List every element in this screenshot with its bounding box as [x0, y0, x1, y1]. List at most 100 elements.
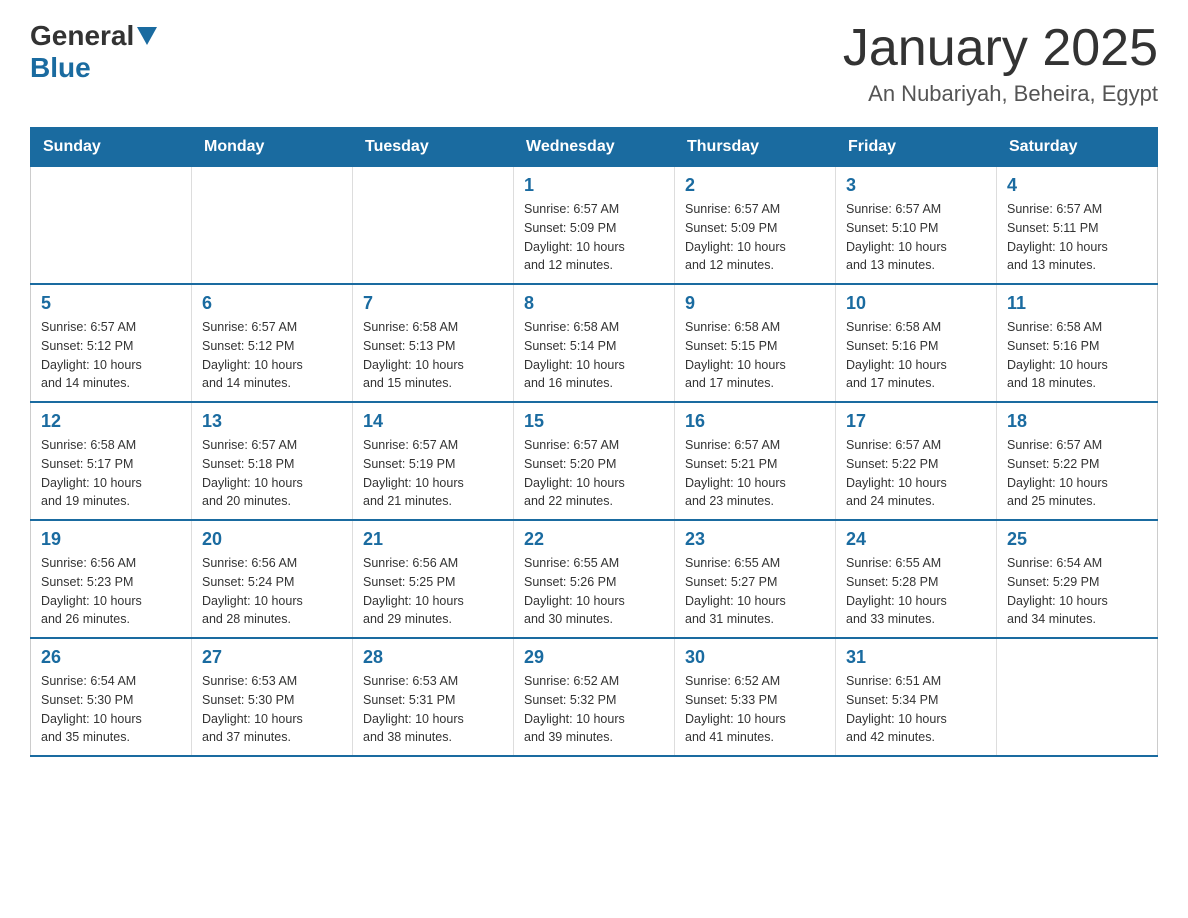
day-number: 18: [1007, 411, 1147, 432]
day-info: Sunrise: 6:57 AMSunset: 5:22 PMDaylight:…: [1007, 436, 1147, 511]
day-number: 9: [685, 293, 825, 314]
day-info: Sunrise: 6:57 AMSunset: 5:12 PMDaylight:…: [202, 318, 342, 393]
calendar-week-row: 26Sunrise: 6:54 AMSunset: 5:30 PMDayligh…: [31, 638, 1158, 756]
calendar-cell: 11 Sunrise: 6:58 AMSunset: 5:16 PMDayligh…: [997, 284, 1158, 402]
day-number: 29: [524, 647, 664, 668]
calendar-cell: 4 Sunrise: 6:57 AMSunset: 5:11 PMDaylight…: [997, 167, 1158, 285]
day-number: 15: [524, 411, 664, 432]
calendar-header-tuesday: Tuesday: [353, 128, 514, 167]
day-info: Sunrise: 6:57 AMSunset: 5:11 PMDaylight:…: [1007, 200, 1147, 275]
calendar-week-row: 19 Sunrise: 6:56 AMSunset: 5:23 PMDayligh…: [31, 520, 1158, 638]
calendar-cell: 10Sunrise: 6:58 AMSunset: 5:16 PMDayligh…: [836, 284, 997, 402]
calendar-cell: 3 Sunrise: 6:57 AMSunset: 5:10 PMDaylight…: [836, 167, 997, 285]
day-info: Sunrise: 6:57 AMSunset: 5:12 PMDaylight:…: [41, 318, 181, 393]
title-section: January 2025 An Nubariyah, Beheira, Egyp…: [843, 20, 1158, 107]
day-number: 13: [202, 411, 342, 432]
day-info: Sunrise: 6:54 AMSunset: 5:30 PMDaylight:…: [41, 672, 181, 747]
day-info: Sunrise: 6:56 AMSunset: 5:24 PMDaylight:…: [202, 554, 342, 629]
calendar-cell: [997, 638, 1158, 756]
day-info: Sunrise: 6:57 AMSunset: 5:19 PMDaylight:…: [363, 436, 503, 511]
day-info: Sunrise: 6:52 AMSunset: 5:33 PMDaylight:…: [685, 672, 825, 747]
day-info: Sunrise: 6:57 AMSunset: 5:22 PMDaylight:…: [846, 436, 986, 511]
day-number: 24: [846, 529, 986, 550]
calendar-header-thursday: Thursday: [675, 128, 836, 167]
day-info: Sunrise: 6:57 AMSunset: 5:09 PMDaylight:…: [524, 200, 664, 275]
calendar-table: SundayMondayTuesdayWednesdayThursdayFrid…: [30, 127, 1158, 757]
calendar-cell: 5 Sunrise: 6:57 AMSunset: 5:12 PMDaylight…: [31, 284, 192, 402]
day-info: Sunrise: 6:58 AMSunset: 5:16 PMDaylight:…: [846, 318, 986, 393]
calendar-cell: 15 Sunrise: 6:57 AMSunset: 5:20 PMDayligh…: [514, 402, 675, 520]
calendar-cell: 16 Sunrise: 6:57 AMSunset: 5:21 PMDayligh…: [675, 402, 836, 520]
day-number: 20: [202, 529, 342, 550]
calendar-cell: 29 Sunrise: 6:52 AMSunset: 5:32 PMDayligh…: [514, 638, 675, 756]
day-number: 31: [846, 647, 986, 668]
day-info: Sunrise: 6:57 AMSunset: 5:18 PMDaylight:…: [202, 436, 342, 511]
day-info: Sunrise: 6:55 AMSunset: 5:26 PMDaylight:…: [524, 554, 664, 629]
day-number: 7: [363, 293, 503, 314]
calendar-cell: 1Sunrise: 6:57 AMSunset: 5:09 PMDaylight…: [514, 167, 675, 285]
calendar-header-monday: Monday: [192, 128, 353, 167]
day-info: Sunrise: 6:53 AMSunset: 5:30 PMDaylight:…: [202, 672, 342, 747]
day-info: Sunrise: 6:57 AMSunset: 5:09 PMDaylight:…: [685, 200, 825, 275]
day-number: 16: [685, 411, 825, 432]
calendar-cell: 30 Sunrise: 6:52 AMSunset: 5:33 PMDayligh…: [675, 638, 836, 756]
day-info: Sunrise: 6:51 AMSunset: 5:34 PMDaylight:…: [846, 672, 986, 747]
calendar-cell: 13 Sunrise: 6:57 AMSunset: 5:18 PMDayligh…: [192, 402, 353, 520]
day-info: Sunrise: 6:55 AMSunset: 5:28 PMDaylight:…: [846, 554, 986, 629]
calendar-cell: 25Sunrise: 6:54 AMSunset: 5:29 PMDayligh…: [997, 520, 1158, 638]
day-info: Sunrise: 6:56 AMSunset: 5:23 PMDaylight:…: [41, 554, 181, 629]
day-number: 30: [685, 647, 825, 668]
month-title: January 2025: [843, 20, 1158, 77]
day-number: 8: [524, 293, 664, 314]
calendar-cell: 27 Sunrise: 6:53 AMSunset: 5:30 PMDayligh…: [192, 638, 353, 756]
logo: General Blue: [30, 20, 160, 84]
day-number: 19: [41, 529, 181, 550]
day-info: Sunrise: 6:58 AMSunset: 5:15 PMDaylight:…: [685, 318, 825, 393]
day-number: 12: [41, 411, 181, 432]
calendar-cell: 2 Sunrise: 6:57 AMSunset: 5:09 PMDaylight…: [675, 167, 836, 285]
calendar-cell: 14 Sunrise: 6:57 AMSunset: 5:19 PMDayligh…: [353, 402, 514, 520]
day-number: 14: [363, 411, 503, 432]
calendar-cell: 23Sunrise: 6:55 AMSunset: 5:27 PMDayligh…: [675, 520, 836, 638]
day-info: Sunrise: 6:58 AMSunset: 5:14 PMDaylight:…: [524, 318, 664, 393]
calendar-header-row: SundayMondayTuesdayWednesdayThursdayFrid…: [31, 128, 1158, 167]
calendar-cell: 28Sunrise: 6:53 AMSunset: 5:31 PMDayligh…: [353, 638, 514, 756]
day-number: 4: [1007, 175, 1147, 196]
calendar-cell: 21Sunrise: 6:56 AMSunset: 5:25 PMDayligh…: [353, 520, 514, 638]
day-number: 3: [846, 175, 986, 196]
calendar-cell: 26Sunrise: 6:54 AMSunset: 5:30 PMDayligh…: [31, 638, 192, 756]
logo-blue-text: Blue: [30, 52, 91, 83]
calendar-cell: 8 Sunrise: 6:58 AMSunset: 5:14 PMDaylight…: [514, 284, 675, 402]
calendar-cell: 6 Sunrise: 6:57 AMSunset: 5:12 PMDaylight…: [192, 284, 353, 402]
day-number: 6: [202, 293, 342, 314]
day-number: 17: [846, 411, 986, 432]
calendar-cell: 9 Sunrise: 6:58 AMSunset: 5:15 PMDaylight…: [675, 284, 836, 402]
day-info: Sunrise: 6:52 AMSunset: 5:32 PMDaylight:…: [524, 672, 664, 747]
day-number: 25: [1007, 529, 1147, 550]
calendar-header-wednesday: Wednesday: [514, 128, 675, 167]
calendar-cell: 17 Sunrise: 6:57 AMSunset: 5:22 PMDayligh…: [836, 402, 997, 520]
calendar-cell: 12Sunrise: 6:58 AMSunset: 5:17 PMDayligh…: [31, 402, 192, 520]
day-info: Sunrise: 6:57 AMSunset: 5:20 PMDaylight:…: [524, 436, 664, 511]
logo-general-text: General: [30, 20, 134, 52]
day-info: Sunrise: 6:53 AMSunset: 5:31 PMDaylight:…: [363, 672, 503, 747]
calendar-cell: 22Sunrise: 6:55 AMSunset: 5:26 PMDayligh…: [514, 520, 675, 638]
day-number: 5: [41, 293, 181, 314]
calendar-cell: 18 Sunrise: 6:57 AMSunset: 5:22 PMDayligh…: [997, 402, 1158, 520]
page-header: General Blue January 2025 An Nubariyah, …: [30, 20, 1158, 107]
day-number: 23: [685, 529, 825, 550]
day-number: 21: [363, 529, 503, 550]
logo-triangle-icon: [137, 27, 157, 45]
calendar-header-sunday: Sunday: [31, 128, 192, 167]
calendar-cell: 7Sunrise: 6:58 AMSunset: 5:13 PMDaylight…: [353, 284, 514, 402]
day-info: Sunrise: 6:58 AMSunset: 5:16 PMDaylight:…: [1007, 318, 1147, 393]
day-number: 11: [1007, 293, 1147, 314]
day-info: Sunrise: 6:57 AMSunset: 5:10 PMDaylight:…: [846, 200, 986, 275]
day-info: Sunrise: 6:57 AMSunset: 5:21 PMDaylight:…: [685, 436, 825, 511]
day-number: 27: [202, 647, 342, 668]
calendar-cell: 24 Sunrise: 6:55 AMSunset: 5:28 PMDayligh…: [836, 520, 997, 638]
calendar-cell: 31 Sunrise: 6:51 AMSunset: 5:34 PMDayligh…: [836, 638, 997, 756]
calendar-week-row: 12Sunrise: 6:58 AMSunset: 5:17 PMDayligh…: [31, 402, 1158, 520]
day-number: 2: [685, 175, 825, 196]
calendar-cell: 19 Sunrise: 6:56 AMSunset: 5:23 PMDayligh…: [31, 520, 192, 638]
